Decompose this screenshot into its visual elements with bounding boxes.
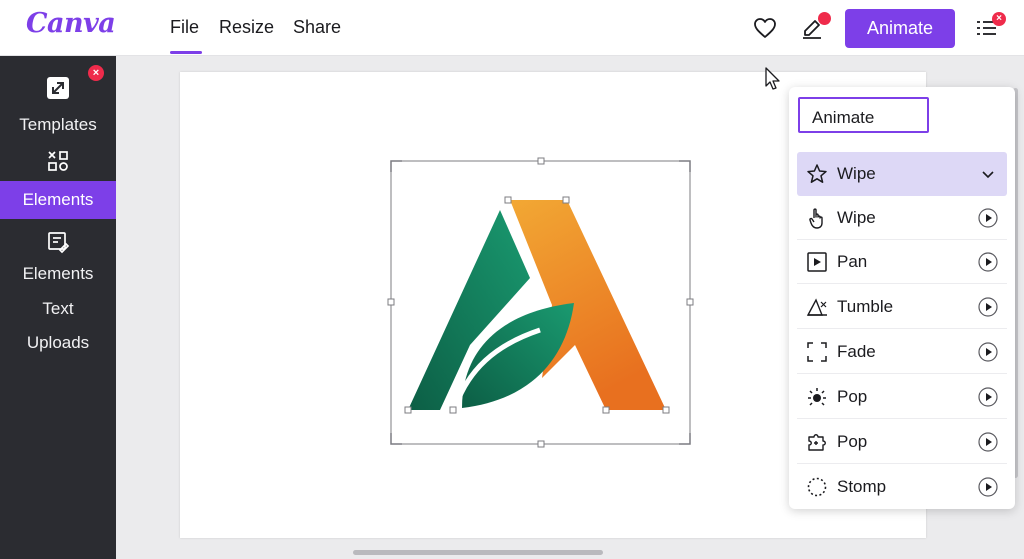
effect-pop-2[interactable]: Pop — [797, 420, 1007, 464]
star-icon — [806, 163, 828, 185]
effect-label: Tumble — [837, 297, 894, 316]
canva-editor: Canva File Resize Share Animate × × Temp… — [0, 0, 1024, 559]
play-circle-icon[interactable] — [978, 342, 998, 362]
effect-label: Wipe — [837, 208, 876, 227]
stomp-dotted-circle-icon — [806, 476, 828, 498]
play-circle-icon[interactable] — [978, 252, 998, 272]
play-circle-icon[interactable] — [978, 208, 998, 228]
effect-label: Fade — [837, 342, 876, 361]
effect-pop[interactable]: Pop — [797, 375, 1007, 419]
effect-pan[interactable]: Pan — [797, 240, 1007, 284]
hand-pointer-icon — [806, 207, 828, 229]
logo-a-graphic[interactable] — [408, 200, 666, 410]
effect-label: Pan — [837, 252, 868, 271]
pop-burst-icon — [806, 386, 828, 408]
play-circle-icon[interactable] — [978, 297, 998, 317]
effect-wipe-selected[interactable]: Wipe — [797, 152, 1007, 196]
animate-panel: Animate Wipe Wipe Pan Tumble Fade Pop Po… — [789, 87, 1015, 509]
play-circle-icon[interactable] — [978, 387, 998, 407]
fade-dashed-square-icon — [806, 341, 828, 363]
play-circle-icon[interactable] — [978, 432, 998, 452]
tumble-icon — [806, 296, 828, 318]
panel-title[interactable]: Animate — [798, 97, 929, 133]
chevron-down-icon[interactable] — [978, 164, 998, 184]
horizontal-scrollbar[interactable] — [353, 550, 603, 555]
pop-puzzle-icon — [806, 431, 828, 453]
effect-stomp[interactable]: Stomp — [797, 465, 1007, 509]
effect-tumble[interactable]: Tumble — [797, 285, 1007, 329]
effect-label: Stomp — [837, 477, 887, 496]
effect-label: Pop — [837, 387, 868, 406]
play-square-icon — [806, 251, 828, 273]
play-circle-icon[interactable] — [978, 477, 998, 497]
effect-wipe[interactable]: Wipe — [797, 196, 1007, 240]
mouse-cursor-icon — [765, 67, 780, 90]
effect-fade[interactable]: Fade — [797, 330, 1007, 374]
effect-label: Wipe — [837, 164, 876, 183]
effect-label: Pop — [837, 432, 868, 451]
